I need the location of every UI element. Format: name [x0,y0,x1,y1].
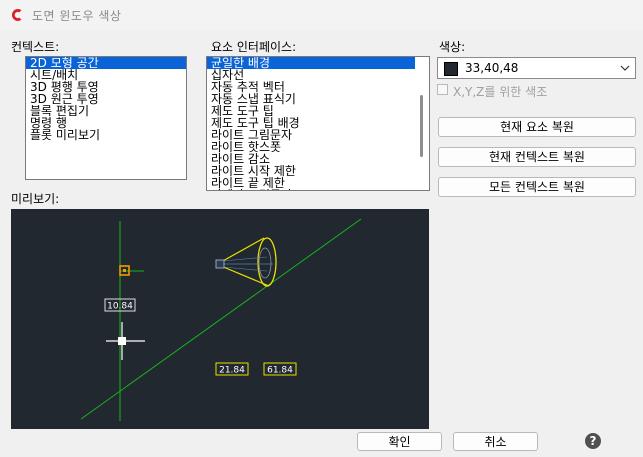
restore-current-context-button[interactable]: 현재 컨텍스트 복원 [438,147,636,167]
preview-label: 미리보기: [11,192,60,206]
light-glyph-icon [215,237,277,287]
list-item[interactable]: 십자선 [207,69,429,81]
color-label: 색상: [439,40,466,54]
list-item[interactable]: 제도 도구 팁 배경 [207,117,429,129]
list-item[interactable]: 자동 스냅 표식기 [207,93,429,105]
list-item[interactable]: 3D 평행 투영 [26,81,186,93]
interface-list-scrollbar[interactable] [415,57,429,190]
autotrack-vector-line [80,218,362,420]
tooltip-value-2: 21.84 [219,366,245,376]
list-item[interactable]: 균일한 배경 [207,57,429,69]
help-icon[interactable]: ? [585,433,601,449]
tint-xyz-checkbox[interactable] [437,84,448,95]
list-item[interactable]: 카메라 그림문자 [207,189,429,190]
title-bar: 도면 윈도우 색상 [0,0,643,30]
restore-all-contexts-button[interactable]: 모든 컨텍스트 복원 [438,177,636,197]
cancel-button[interactable]: 취소 [453,432,538,451]
preview-canvas: 10.84 21.84 61.84 [11,209,429,429]
list-item[interactable]: 제도 도구 팁 [207,105,429,117]
crosshair-pickbox [118,337,126,345]
preview-drawing: 10.84 21.84 61.84 [80,218,362,421]
tooltip-value-1: 10.84 [107,302,133,312]
tooltip-value-3: 61.84 [267,366,293,376]
context-label: 컨텍스트: [11,40,60,54]
context-listbox[interactable]: 2D 모형 공간 시트/배치 3D 평행 투영 3D 원근 투영 블록 편집기 명령 행플… [25,56,187,180]
color-dropdown[interactable]: 33,40,48 [437,57,636,79]
list-item[interactable]: 라이트 감소 [207,153,429,165]
autosnap-marker-center [123,269,126,272]
list-item[interactable]: 라이트 끝 제한 [207,177,429,189]
restore-current-element-button[interactable]: 현재 요소 복원 [438,117,636,137]
list-item[interactable]: 라이트 시작 제한 [207,165,429,177]
list-item[interactable]: 라이트 핫스폿 [207,141,429,153]
color-swatch [444,62,458,76]
app-logo-icon [11,9,22,21]
interface-element-listbox[interactable]: 균일한 배경 십자선 자동 추적 벡터 자동 스냅 표식기 제도 도구 팁 제도 도구 팁… [206,56,430,191]
list-item[interactable]: 2D 모형 공간 [26,57,186,69]
list-item[interactable]: 명령 행 [26,117,186,129]
list-item[interactable]: 3D 원근 투영 [26,93,186,105]
window-title: 도면 윈도우 색상 [32,9,122,23]
chevron-down-icon [620,65,630,71]
list-item[interactable]: 자동 추적 벡터 [207,81,429,93]
list-item[interactable]: 라이트 그림문자 [207,129,429,141]
color-value: 33,40,48 [465,61,519,75]
list-item[interactable]: 플롯 미리보기 [26,129,186,141]
ok-button[interactable]: 확인 [357,432,442,451]
list-item[interactable]: 시트/배치 [26,69,186,81]
scrollbar-thumb[interactable] [420,95,423,157]
tint-xyz-label: X,Y,Z를 위한 색조 [453,85,548,99]
interface-element-label: 요소 인터페이스: [211,40,297,54]
list-item[interactable]: 블록 편집기 [26,105,186,117]
